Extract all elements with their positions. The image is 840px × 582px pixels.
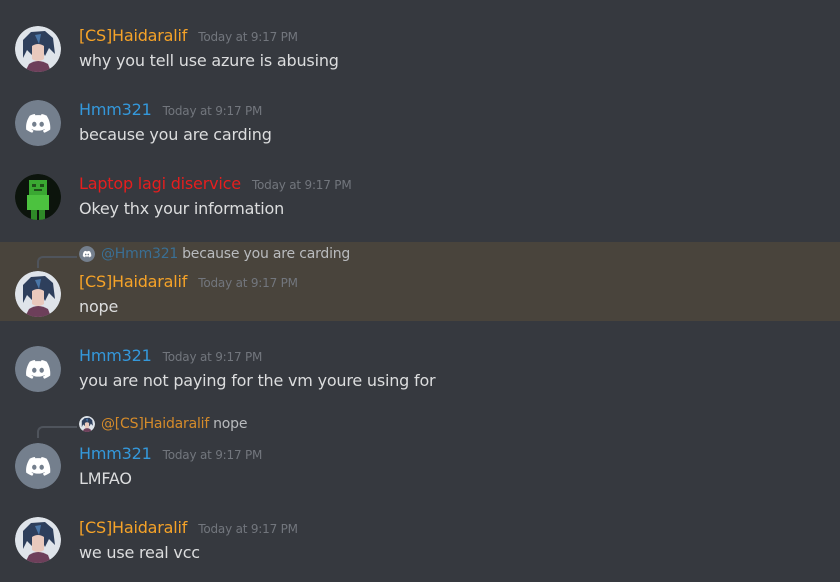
avatar[interactable] [15,443,61,489]
username[interactable]: Laptop lagi diservice [79,174,241,193]
message-item: Hmm321 Today at 9:17 PM you are not payi… [0,321,840,395]
message-item: @[CS]Haidaralif nope Hmm321 Today at 9:1… [0,410,840,502]
username[interactable]: [CS]Haidaralif [79,518,187,537]
timestamp: Today at 9:17 PM [251,178,352,192]
message-text: LMFAO [79,469,132,488]
anime-avatar-icon [15,271,61,317]
username[interactable]: [CS]Haidaralif [79,26,187,45]
username[interactable]: Hmm321 [79,346,152,365]
timestamp: Today at 9:17 PM [162,104,263,118]
message-text: because you are carding [79,125,272,144]
message-item-mentioned: @Hmm321 because you are carding [CS]Haid… [0,242,840,321]
username[interactable]: Hmm321 [79,444,152,463]
message-text: you are not paying for the vm youre usin… [79,371,436,390]
discord-logo-icon [15,443,61,489]
timestamp: Today at 9:17 PM [198,30,298,44]
reply-spine [37,426,77,438]
avatar[interactable] [15,174,61,220]
avatar[interactable] [15,26,61,72]
discord-logo-icon [15,100,61,146]
timestamp: Today at 9:17 PM [162,350,263,364]
message-header: Hmm321 Today at 9:17 PM [79,100,262,119]
reply-spine [37,256,77,268]
anime-avatar-icon [15,517,61,563]
message-item: Hmm321 Today at 9:17 PM because you are … [0,84,840,158]
reply-username[interactable]: @[CS]Haidaralif [101,416,209,432]
avatar[interactable] [15,346,61,392]
reply-preview[interactable]: @Hmm321 because you are carding [79,246,350,262]
avatar[interactable] [15,271,61,317]
message-text: we use real vcc [79,543,200,562]
reply-preview[interactable]: @[CS]Haidaralif nope [79,416,247,432]
anime-avatar-icon [79,416,95,432]
anime-avatar-icon [15,26,61,72]
message-header: Hmm321 Today at 9:17 PM [79,346,262,365]
timestamp: Today at 9:17 PM [198,522,298,536]
green-blocky-avatar-icon [15,174,61,220]
discord-logo-icon [15,346,61,392]
message-header: Laptop lagi diservice Today at 9:17 PM [79,174,352,193]
avatar[interactable] [15,100,61,146]
reply-text: because you are carding [182,246,351,262]
message-text: why you tell use azure is abusing [79,51,339,70]
username[interactable]: Hmm321 [79,100,152,119]
avatar[interactable] [15,517,61,563]
message-item: Laptop lagi diservice Today at 9:17 PM O… [0,158,840,242]
message-header: [CS]Haidaralif Today at 9:17 PM [79,518,298,537]
message-header: [CS]Haidaralif Today at 9:17 PM [79,272,298,291]
timestamp: Today at 9:17 PM [198,276,298,290]
message-header: Hmm321 Today at 9:17 PM [79,444,262,463]
username[interactable]: [CS]Haidaralif [79,272,187,291]
discord-logo-icon [79,246,95,262]
timestamp: Today at 9:17 PM [162,448,263,462]
message-item: [CS]Haidaralif Today at 9:17 PM why you … [0,0,840,84]
reply-avatar [79,416,95,432]
message-text: nope [79,297,119,316]
reply-username[interactable]: @Hmm321 [101,246,178,262]
message-item: [CS]Haidaralif Today at 9:17 PM we use r… [0,502,840,582]
reply-text: nope [213,416,248,432]
chat-messages: [CS]Haidaralif Today at 9:17 PM why you … [0,0,840,582]
message-text: Okey thx your information [79,199,285,218]
reply-avatar [79,246,95,262]
message-header: [CS]Haidaralif Today at 9:17 PM [79,26,298,45]
